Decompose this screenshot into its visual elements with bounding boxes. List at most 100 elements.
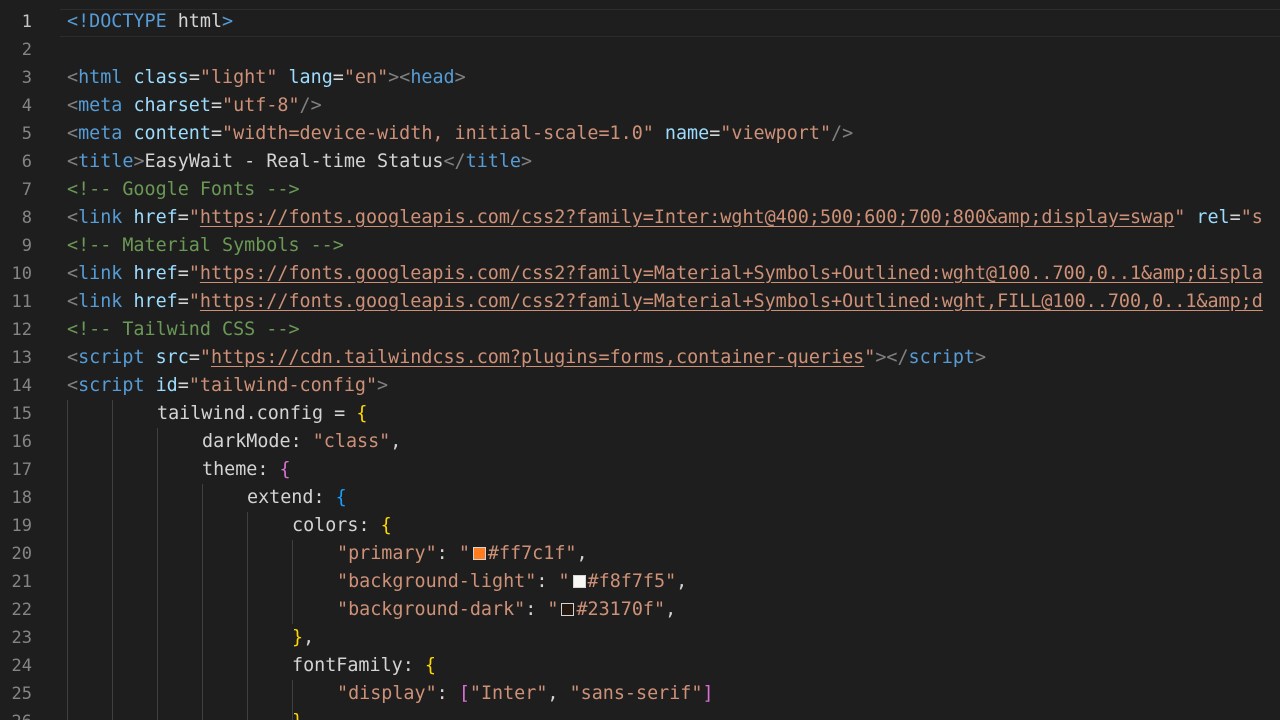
color-value: #ff7c1f bbox=[487, 543, 566, 564]
url-link[interactable]: https://cdn.tailwindcss.com?plugins=form… bbox=[211, 347, 864, 368]
tag-bracket: </ bbox=[443, 151, 466, 172]
tag-bracket: > bbox=[974, 347, 987, 368]
string-value: "class" bbox=[312, 431, 391, 452]
attr-name: class bbox=[122, 67, 189, 88]
line-number: 9 bbox=[21, 236, 32, 256]
code-line[interactable]: <link href="https://fonts.googleapis.com… bbox=[67, 204, 1263, 232]
code-line[interactable]: <html class="light" lang="en"><head> bbox=[67, 64, 466, 92]
code-line[interactable]: extend: { bbox=[247, 484, 347, 512]
attr-name: href bbox=[122, 207, 178, 228]
tag-bracket: > bbox=[133, 151, 145, 172]
brace: { bbox=[380, 515, 392, 536]
line-number: 7 bbox=[21, 180, 32, 200]
color-swatch-icon[interactable] bbox=[572, 575, 586, 588]
code-line[interactable]: "display": ["Inter", "sans-serif"] bbox=[337, 680, 714, 708]
code-line[interactable]: theme: { bbox=[202, 456, 291, 484]
code-line[interactable]: <link href="https://fonts.googleapis.com… bbox=[67, 288, 1263, 316]
line-number: 3 bbox=[21, 68, 32, 88]
color-swatch-icon[interactable] bbox=[472, 547, 486, 560]
doctype-name: html bbox=[166, 11, 223, 32]
code-line[interactable]: "background-light": " #f8f7f5", bbox=[337, 568, 687, 596]
color-swatch-icon[interactable] bbox=[561, 603, 575, 616]
tag-bracket: > bbox=[388, 67, 400, 88]
object-key: "background-light" bbox=[337, 571, 537, 592]
attr-value: "en" bbox=[343, 67, 389, 88]
code-line[interactable]: <!-- Material Symbols --> bbox=[67, 232, 344, 260]
attr-value: "light" bbox=[199, 67, 278, 88]
code-line[interactable]: "primary": " #ff7c1f", bbox=[337, 540, 588, 568]
tag-bracket: > bbox=[454, 67, 466, 88]
comma: , bbox=[303, 627, 315, 648]
tag-name: link bbox=[78, 263, 123, 284]
code-line[interactable]: <meta charset="utf-8"/> bbox=[67, 92, 322, 120]
code-line[interactable]: fontFamily: { bbox=[292, 652, 436, 680]
quote: " bbox=[565, 543, 577, 564]
url-link[interactable]: https://fonts.googleapis.com/css2?family… bbox=[200, 207, 1174, 228]
tag-bracket: /> bbox=[299, 95, 322, 116]
line-number: 1 bbox=[21, 12, 32, 32]
quote: " bbox=[188, 291, 200, 312]
tag-bracket: < bbox=[67, 151, 79, 172]
code-line[interactable]: <link href="https://fonts.googleapis.com… bbox=[67, 260, 1263, 288]
colon: : bbox=[402, 655, 425, 676]
code-line[interactable]: colors: { bbox=[292, 512, 392, 540]
tag-name: script bbox=[78, 347, 145, 368]
line-number: 22 bbox=[11, 600, 32, 620]
brace: { bbox=[424, 655, 436, 676]
tag-bracket: > bbox=[222, 11, 234, 32]
brace: { bbox=[279, 459, 291, 480]
url-link[interactable]: https://fonts.googleapis.com/css2?family… bbox=[200, 291, 1263, 312]
attr-name: id bbox=[144, 375, 178, 396]
attr-name: rel bbox=[1185, 207, 1230, 228]
string-value: "Inter" bbox=[469, 683, 548, 704]
code-line[interactable]: <title>EasyWait - Real-time Status</titl… bbox=[67, 148, 532, 176]
indent-guide bbox=[157, 428, 158, 720]
attr-name: href bbox=[122, 263, 178, 284]
code-editor[interactable]: 1 2 3 4 5 6 7 8 9 10 11 12 13 14 15 16 1… bbox=[0, 0, 1280, 720]
comment: <!-- Material Symbols --> bbox=[67, 235, 344, 256]
tag-name: title bbox=[465, 151, 522, 172]
quote: " bbox=[188, 207, 200, 228]
code-line[interactable]: <!-- Google Fonts --> bbox=[67, 176, 300, 204]
attr-value: "tailwind-config" bbox=[188, 375, 378, 396]
line-number: 24 bbox=[11, 656, 32, 676]
comma: , bbox=[576, 543, 588, 564]
line-number: 11 bbox=[11, 292, 32, 312]
code-line[interactable]: <meta content="width=device-width, initi… bbox=[67, 120, 853, 148]
attr-value: "width=device-width, initial-scale=1.0" bbox=[222, 123, 654, 144]
quote: " bbox=[199, 347, 211, 368]
line-number: 6 bbox=[21, 152, 32, 172]
tag-bracket: > bbox=[521, 151, 533, 172]
indent-guide bbox=[247, 512, 248, 720]
js-statement: tailwind.config = bbox=[157, 403, 357, 424]
line-number: 21 bbox=[11, 572, 32, 592]
brace: { bbox=[335, 487, 347, 508]
object-key: theme bbox=[202, 459, 258, 480]
code-line[interactable]: darkMode: "class", bbox=[202, 428, 401, 456]
object-key: "display" bbox=[337, 683, 437, 704]
code-line[interactable]: tailwind.config = { bbox=[157, 400, 367, 428]
colon: : bbox=[436, 543, 459, 564]
tag-name: head bbox=[410, 67, 455, 88]
brace: } bbox=[292, 627, 304, 648]
object-key: "primary" bbox=[337, 543, 437, 564]
code-line[interactable]: <script src="https://cdn.tailwindcss.com… bbox=[67, 344, 986, 372]
line-number-gutter[interactable]: 1 2 3 4 5 6 7 8 9 10 11 12 13 14 15 16 1… bbox=[0, 0, 56, 720]
code-line[interactable]: <!DOCTYPE html> bbox=[67, 8, 233, 36]
object-key: "background-dark" bbox=[337, 599, 526, 620]
colon: : bbox=[290, 431, 313, 452]
bracket: [ bbox=[458, 683, 470, 704]
url-link[interactable]: https://fonts.googleapis.com/css2?family… bbox=[200, 263, 1263, 284]
tag-bracket: < bbox=[399, 67, 411, 88]
code-line[interactable]: <script id="tailwind-config"> bbox=[67, 372, 388, 400]
attr-name: content bbox=[122, 123, 211, 144]
code-line[interactable]: <!-- Tailwind CSS --> bbox=[67, 316, 300, 344]
quote: " bbox=[665, 571, 677, 592]
object-key: colors bbox=[292, 515, 359, 536]
equals: = bbox=[177, 207, 189, 228]
tag-name: script bbox=[908, 347, 975, 368]
code-line[interactable]: "background-dark": " #23170f", bbox=[337, 596, 676, 624]
code-line[interactable]: } bbox=[292, 708, 303, 720]
attr-value: "s bbox=[1240, 207, 1263, 228]
code-line[interactable]: }, bbox=[292, 624, 314, 652]
